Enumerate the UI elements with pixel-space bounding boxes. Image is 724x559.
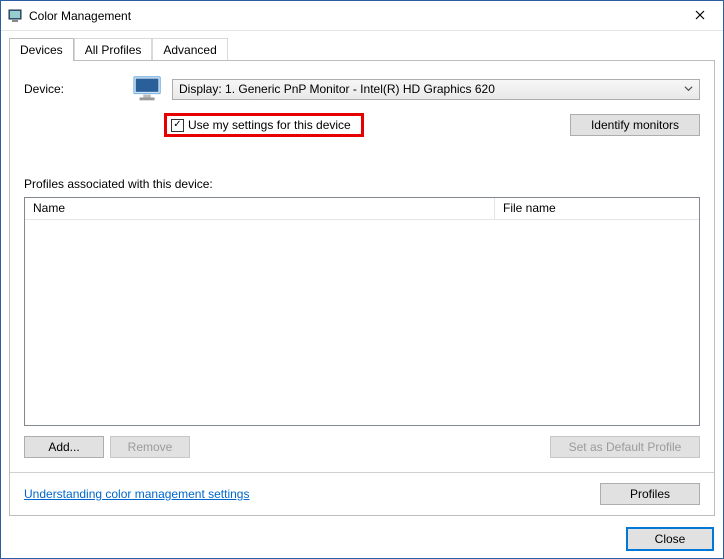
column-header-file[interactable]: File name bbox=[495, 198, 699, 219]
use-settings-checkbox[interactable]: ✓ bbox=[171, 119, 184, 132]
tab-devices[interactable]: Devices bbox=[9, 38, 74, 61]
tab-all-profiles[interactable]: All Profiles bbox=[74, 38, 153, 61]
column-file-label: File name bbox=[503, 201, 556, 215]
devices-panel: Device: Display: 1. Generic PnP Monitor … bbox=[9, 60, 715, 516]
identify-monitors-label: Identify monitors bbox=[591, 118, 679, 132]
add-button-label: Add... bbox=[48, 440, 79, 454]
profile-actions-row: Add... Remove Set as Default Profile bbox=[24, 436, 700, 458]
device-label: Device: bbox=[24, 82, 124, 96]
close-icon bbox=[695, 8, 705, 23]
bottom-row: Understanding color management settings … bbox=[24, 483, 700, 505]
tabstrip: Devices All Profiles Advanced bbox=[1, 31, 723, 60]
identify-monitors-button[interactable]: Identify monitors bbox=[570, 114, 700, 136]
remove-button-label: Remove bbox=[128, 440, 173, 454]
remove-button: Remove bbox=[110, 436, 190, 458]
set-default-label: Set as Default Profile bbox=[569, 440, 682, 454]
tab-devices-label: Devices bbox=[20, 43, 63, 57]
device-selected-text: Display: 1. Generic PnP Monitor - Intel(… bbox=[179, 82, 495, 96]
use-settings-label: Use my settings for this device bbox=[188, 118, 351, 132]
listview-header: Name File name bbox=[25, 198, 699, 220]
window-close-button[interactable] bbox=[677, 1, 723, 31]
dialog-buttons: Close bbox=[1, 522, 723, 558]
listview-body bbox=[25, 220, 699, 425]
divider bbox=[10, 472, 714, 473]
column-header-name[interactable]: Name bbox=[25, 198, 495, 219]
understanding-link[interactable]: Understanding color management settings bbox=[24, 487, 249, 501]
profiles-button[interactable]: Profiles bbox=[600, 483, 700, 505]
tab-all-profiles-label: All Profiles bbox=[85, 43, 142, 57]
understanding-link-label: Understanding color management settings bbox=[24, 487, 249, 501]
tab-advanced-label: Advanced bbox=[163, 43, 216, 57]
check-icon: ✓ bbox=[173, 120, 181, 130]
highlight-box: ✓ Use my settings for this device bbox=[164, 113, 364, 137]
app-icon bbox=[7, 8, 23, 24]
device-row: Device: Display: 1. Generic PnP Monitor … bbox=[24, 75, 700, 103]
close-button-label: Close bbox=[655, 532, 686, 546]
color-management-window: Color Management Devices All Profiles Ad… bbox=[0, 0, 724, 559]
tab-advanced[interactable]: Advanced bbox=[152, 38, 227, 61]
profiles-button-label: Profiles bbox=[630, 487, 670, 501]
monitor-icon bbox=[132, 75, 164, 103]
titlebar: Color Management bbox=[1, 1, 723, 31]
close-button[interactable]: Close bbox=[627, 528, 713, 550]
settings-row: ✓ Use my settings for this device Identi… bbox=[164, 113, 700, 137]
profiles-associated-label: Profiles associated with this device: bbox=[24, 177, 700, 191]
device-dropdown[interactable]: Display: 1. Generic PnP Monitor - Intel(… bbox=[172, 79, 700, 100]
profiles-listview[interactable]: Name File name bbox=[24, 197, 700, 426]
window-title: Color Management bbox=[29, 9, 131, 23]
column-name-label: Name bbox=[33, 201, 65, 215]
chevron-down-icon bbox=[684, 84, 693, 96]
set-default-profile-button: Set as Default Profile bbox=[550, 436, 700, 458]
add-button[interactable]: Add... bbox=[24, 436, 104, 458]
